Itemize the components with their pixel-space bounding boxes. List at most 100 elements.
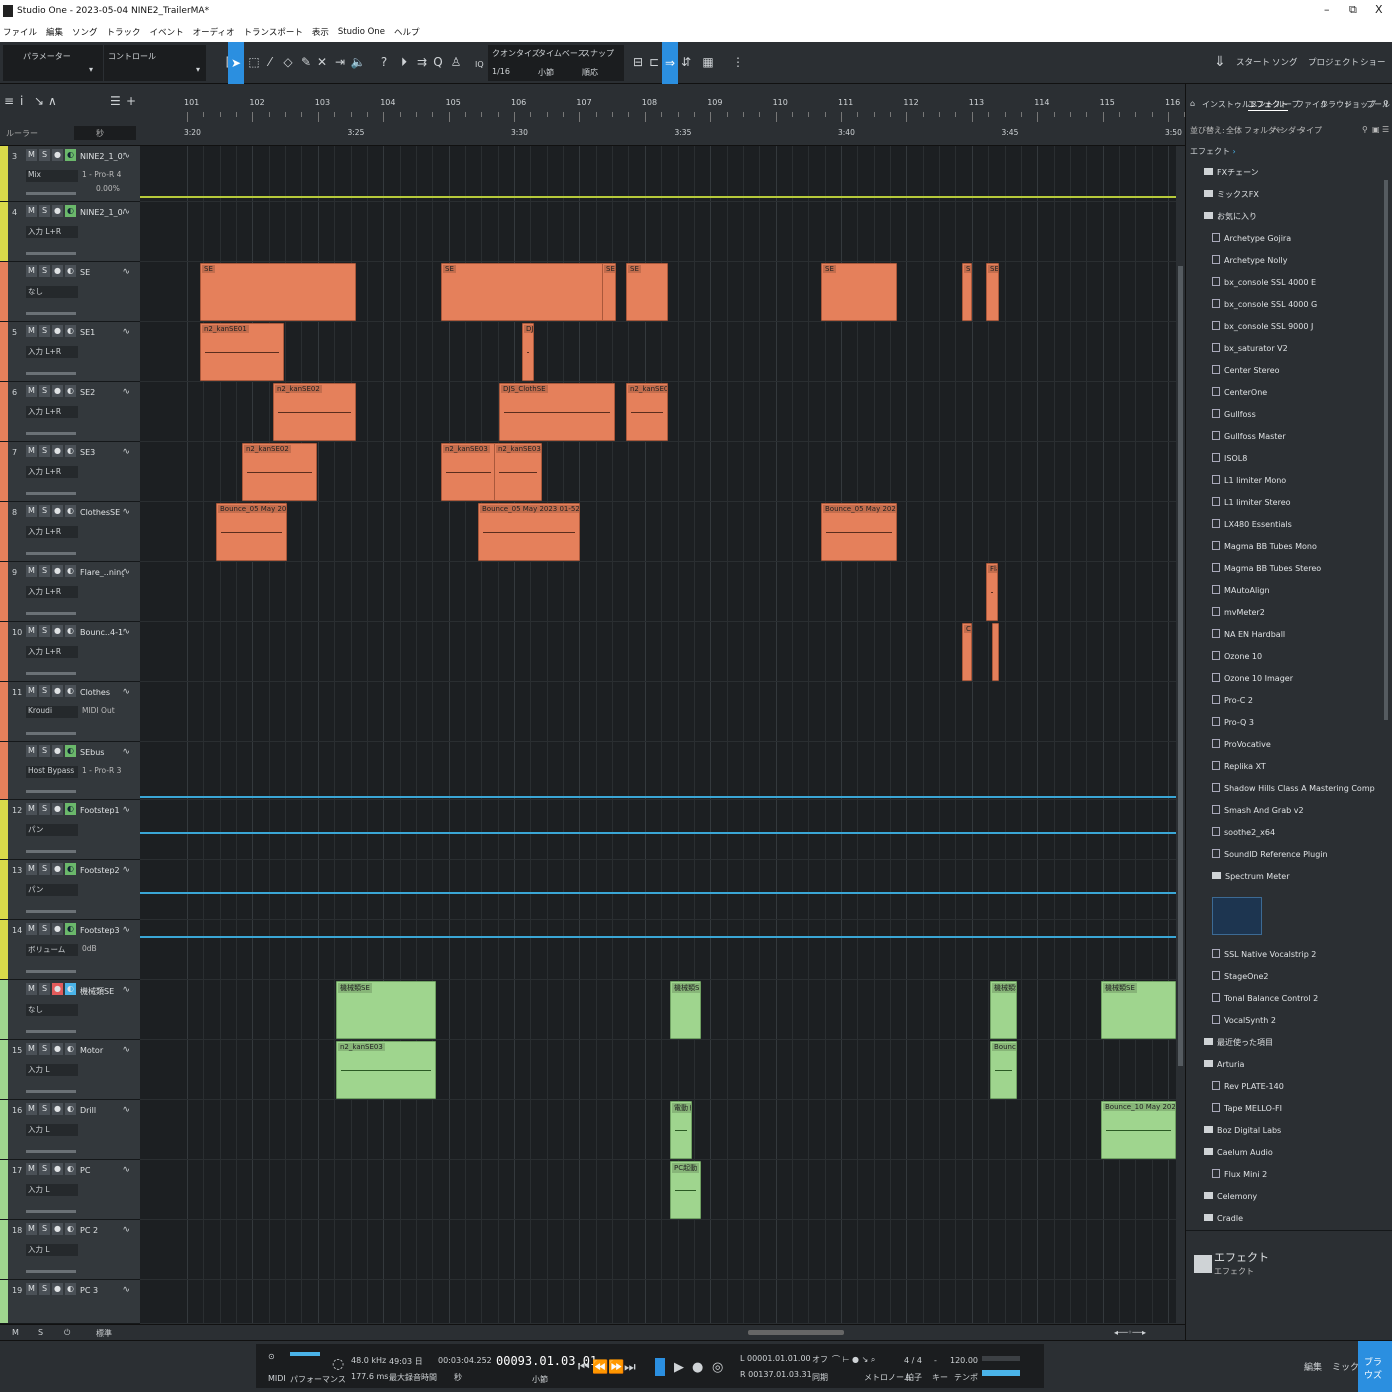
plugin-item[interactable]: ★Pro-C 2 — [1212, 690, 1253, 712]
arrange-view[interactable]: SE SE SE SE SE SE SE n2_kanSE01 DJS n2_kanSE02 DJS… — [140, 146, 1176, 1324]
solo-button[interactable]: S — [39, 1043, 50, 1055]
mute-button[interactable]: M — [26, 1223, 37, 1235]
tempo-value[interactable]: 120.00 — [950, 1356, 978, 1365]
mute-button[interactable]: M — [26, 149, 37, 161]
record-arm-button[interactable]: ● — [52, 1163, 63, 1175]
audio-event[interactable] — [992, 623, 999, 681]
track-header[interactable]: 13 M S ● ◐ Footstep2 ∿ パン — [0, 860, 140, 920]
plugin-item[interactable]: ★SSL Native Vocalstrip 2 — [1212, 944, 1316, 966]
global-solo-button[interactable]: S — [38, 1328, 43, 1337]
track-input-select[interactable]: 入力 L+R — [26, 346, 78, 358]
folder-item[interactable]: お気に入り — [1204, 206, 1257, 228]
mute-button[interactable]: M — [26, 1163, 37, 1175]
track-volume-fader[interactable] — [26, 372, 76, 375]
help-icon[interactable]: ? — [376, 52, 392, 72]
track-name[interactable]: SE1 — [80, 328, 124, 337]
track-header[interactable]: 10 M S ● ◐ Bounc..4-12 ∿ 入力 L+R — [0, 622, 140, 682]
track-header[interactable]: 8 M S ● ◐ ClothesSE ∿ 入力 L+R — [0, 502, 140, 562]
audio-event[interactable]: 機械類SE — [990, 981, 1017, 1039]
track-name[interactable]: 機械類SE — [80, 986, 124, 997]
folder-item[interactable]: Spectrum Meter — [1212, 866, 1289, 888]
track-volume-fader[interactable] — [26, 612, 76, 615]
menu-song[interactable]: ソング — [72, 26, 98, 38]
envelope-icon[interactable]: ∧ — [48, 94, 57, 108]
sync-value[interactable]: オフ — [812, 1354, 828, 1365]
track-header[interactable]: M S ● ◐ 機械類SE ∿ なし — [0, 980, 140, 1040]
edit-view-button[interactable]: 編集 — [1304, 1360, 1322, 1373]
track-name[interactable]: PC — [80, 1166, 124, 1175]
audio-event[interactable]: PC起動 — [670, 1161, 701, 1219]
audio-event[interactable]: SE — [626, 263, 668, 321]
track-volume-fader[interactable] — [26, 1150, 76, 1153]
audio-event[interactable]: Bounce_05 May 2023 0 — [216, 503, 287, 561]
track-name[interactable]: Flare_..ning — [80, 568, 124, 577]
monitor-button[interactable]: ◐ — [65, 565, 76, 577]
time-signature[interactable]: 4 / 4 — [904, 1356, 922, 1365]
menu-track[interactable]: トラック — [107, 26, 141, 38]
folder-item[interactable]: Celemony — [1204, 1186, 1257, 1208]
audio-event[interactable]: SE — [986, 263, 999, 321]
mute-button[interactable]: M — [26, 565, 37, 577]
folder-item[interactable]: Arturia — [1204, 1054, 1244, 1076]
mute-button[interactable]: M — [26, 325, 37, 337]
folder-item[interactable]: FXチェーン — [1204, 162, 1259, 184]
range-tool-button[interactable]: ⬚ — [246, 52, 262, 72]
track-header[interactable]: 5 M S ● ◐ SE1 ∿ 入力 L+R — [0, 322, 140, 382]
track-name[interactable]: SE2 — [80, 388, 124, 397]
solo-button[interactable]: S — [39, 1163, 50, 1175]
audio-event[interactable]: 機械類SE — [670, 981, 701, 1039]
nudge-forward-button[interactable]: ⇉ — [414, 52, 430, 72]
solo-button[interactable]: S — [39, 505, 50, 517]
snap-grid-button[interactable]: ⊟ — [630, 52, 646, 72]
track-volume-fader[interactable] — [26, 1030, 76, 1033]
solo-button[interactable]: S — [39, 685, 50, 697]
menu-transport[interactable]: トランスポート — [243, 26, 302, 38]
fast-forward-button[interactable]: ⏩ — [608, 1360, 624, 1375]
plugin-item[interactable]: ★Ozone 10 Imager — [1212, 668, 1293, 690]
record-arm-button[interactable]: ● — [52, 505, 63, 517]
track-input-select[interactable]: Mix — [26, 170, 78, 182]
track-input-select[interactable]: 入力 L+R — [26, 526, 78, 538]
listen-tool-button[interactable]: 🔈 — [350, 52, 366, 72]
eraser-tool-button[interactable]: ◇ — [280, 52, 296, 72]
metronome-icon[interactable]: ♙ — [448, 52, 464, 72]
track-header[interactable]: 11 M S ● ◐ Clothes ∿ Kroudi MIDI Out — [0, 682, 140, 742]
audio-event[interactable]: n2_kanSE01 — [200, 323, 284, 381]
plugin-item[interactable]: ★soothe2_x64 — [1212, 822, 1275, 844]
plugin-item[interactable]: ★VocalSynth 2 — [1212, 1010, 1276, 1032]
mute-button[interactable]: M — [26, 505, 37, 517]
plugin-item[interactable]: ★Gullfoss Master — [1212, 426, 1286, 448]
monitor-button[interactable]: ◐ — [65, 685, 76, 697]
audio-event[interactable]: Bounce_05 May 2023 01-52-14 — [478, 503, 580, 561]
track-input-select[interactable]: ボリューム — [26, 944, 78, 956]
plugin-item[interactable]: ★bx_console SSL 9000 J — [1212, 316, 1313, 338]
scroll-thumb[interactable] — [1178, 266, 1183, 1066]
audio-event[interactable]: n2_kanSE03 — [494, 443, 542, 501]
menu-file[interactable]: ファイル — [3, 26, 37, 38]
audio-event[interactable]: 電動ド — [670, 1101, 692, 1159]
horizontal-scroll-thumb[interactable] — [748, 1330, 844, 1335]
automation-icon[interactable]: ↘ — [34, 94, 44, 108]
solo-button[interactable]: S — [39, 325, 50, 337]
inspector-icon[interactable]: i — [20, 94, 23, 108]
track-name[interactable]: PC 2 — [80, 1226, 124, 1235]
audio-event[interactable]: n2_kanSE03 — [441, 443, 496, 501]
track-volume-fader[interactable] — [26, 790, 76, 793]
track-input-select[interactable]: なし — [26, 1004, 78, 1016]
plugin-item[interactable]: ★Magma BB Tubes Stereo — [1212, 558, 1321, 580]
master-volume[interactable] — [982, 1370, 1020, 1376]
track-header[interactable]: 15 M S ● ◐ Motor ∿ 入力 L — [0, 1040, 140, 1100]
arrange-vertical-scrollbar[interactable] — [1176, 146, 1185, 1324]
download-icon[interactable]: ⇓ — [1212, 52, 1228, 72]
record-arm-button[interactable]: ● — [52, 265, 63, 277]
mute-button[interactable]: M — [26, 385, 37, 397]
plugin-item[interactable]: Flux Mini 2 — [1212, 1164, 1267, 1186]
menu-edit[interactable]: 編集 — [46, 26, 63, 38]
audio-event[interactable]: DJS_ClothSE — [499, 383, 615, 441]
quantize-select[interactable]: 1/16 — [492, 67, 510, 76]
track-volume-fader[interactable] — [26, 252, 76, 255]
mute-button[interactable]: M — [26, 745, 37, 757]
timebase-select[interactable]: 小節 — [538, 67, 554, 78]
control-box[interactable]: コントロール ▾ — [104, 45, 206, 81]
audio-event[interactable]: DJS — [522, 323, 534, 381]
